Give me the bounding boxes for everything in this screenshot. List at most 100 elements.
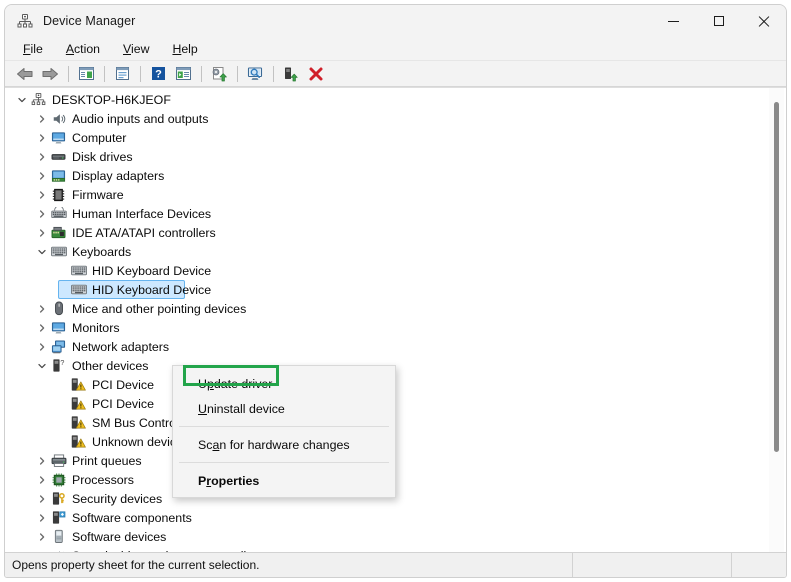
chevron-right-icon[interactable] [34, 456, 49, 466]
context-menu-item-uninstall-device[interactable]: Uninstall device [173, 396, 395, 421]
security-device-icon [49, 491, 68, 506]
chevron-right-icon[interactable] [34, 475, 49, 485]
uninstall-device-icon[interactable] [304, 63, 328, 85]
tree-item-label: Disk drives [72, 149, 133, 164]
close-icon [758, 16, 769, 27]
tree-item[interactable]: DESKTOP-H6KJEOF [5, 90, 764, 109]
tree-item-label: Print queues [72, 453, 142, 468]
close-button[interactable] [741, 5, 786, 37]
maximize-button[interactable] [696, 5, 741, 37]
ctx-update-driver-pre: U [198, 376, 207, 391]
show-hide-action-pane-icon[interactable] [171, 63, 195, 85]
ctx-scan-pre: Sc [198, 437, 213, 452]
ctx-properties-pre: P [198, 473, 207, 488]
tree-item[interactable]: Network adapters [5, 337, 764, 356]
chevron-right-icon[interactable] [34, 532, 49, 542]
chevron-right-icon[interactable] [34, 551, 49, 552]
tree-item[interactable]: HID Keyboard Device [5, 261, 764, 280]
context-menu-item-properties[interactable]: Pr operties [173, 468, 395, 493]
menu-help-label: elp [181, 41, 198, 56]
chevron-right-icon[interactable] [34, 304, 49, 314]
display-adapter-icon [49, 169, 68, 183]
chevron-down-icon[interactable] [14, 95, 29, 105]
chevron-right-icon[interactable] [34, 133, 49, 143]
tree-item-label: Keyboards [72, 244, 132, 259]
window-title: Device Manager [43, 14, 136, 28]
device-manager-window: Device Manager File Action View Help ? D… [4, 4, 787, 578]
tree-item-label: HID Keyboard Device [92, 282, 212, 297]
keyboard-icon [49, 246, 68, 257]
computer-root-icon [29, 92, 48, 107]
context-menu-separator [179, 462, 389, 463]
chevron-right-icon[interactable] [34, 494, 49, 504]
tree-item-label: Human Interface Devices [72, 206, 212, 221]
tree-item[interactable]: Software devices [5, 527, 764, 546]
tree-item-label: Software components [72, 510, 192, 525]
tree-item[interactable]: HID Keyboard Device [5, 280, 764, 299]
chevron-right-icon[interactable] [34, 171, 49, 181]
tree-item[interactable]: Monitors [5, 318, 764, 337]
chevron-right-icon[interactable] [34, 190, 49, 200]
chevron-right-icon[interactable] [34, 513, 49, 523]
tree-item[interactable]: Keyboards [5, 242, 764, 261]
context-menu-item-scan-hardware-changes[interactable]: Sc a n for hardware changes [173, 432, 395, 457]
menu-help[interactable]: Help [164, 40, 208, 58]
tree-item[interactable]: Audio inputs and outputs [5, 109, 764, 128]
menu-file-label: ile [30, 41, 43, 56]
menu-file-accel: F [23, 41, 31, 56]
tree-item[interactable]: Firmware [5, 185, 764, 204]
scrollbar-thumb[interactable] [774, 102, 779, 452]
chevron-down-icon[interactable] [34, 247, 49, 257]
ctx-update-driver-post: date driver [213, 376, 273, 391]
ctx-update-driver-accel: p [206, 376, 214, 391]
network-adapter-icon [49, 339, 68, 354]
tree-item[interactable]: Human Interface Devices [5, 204, 764, 223]
properties-icon[interactable] [110, 63, 134, 85]
keyboard-icon [69, 265, 88, 276]
unknown-device-warning-icon [69, 434, 88, 449]
forward-icon[interactable] [38, 63, 62, 85]
tree-item-label: HID Keyboard Device [92, 263, 212, 278]
tree-item-label: Mice and other pointing devices [72, 301, 247, 316]
chevron-right-icon[interactable] [34, 342, 49, 352]
chevron-right-icon[interactable] [34, 114, 49, 124]
chevron-down-icon[interactable] [34, 361, 49, 371]
toolbar-separator [68, 65, 69, 82]
tree-item[interactable]: Sound, video and game controllers [5, 546, 764, 552]
show-hide-console-tree-icon[interactable] [74, 63, 98, 85]
menu-view[interactable]: View [115, 40, 160, 58]
tree-item[interactable]: IDE ATA/ATAPI controllers [5, 223, 764, 242]
tree-item[interactable]: Software components [5, 508, 764, 527]
back-icon[interactable] [13, 63, 37, 85]
context-menu-item-update-driver[interactable]: Up date driver [173, 371, 395, 396]
chevron-right-icon[interactable] [34, 209, 49, 219]
ctx-properties-post: operties [211, 473, 260, 488]
tree-item[interactable]: Computer [5, 128, 764, 147]
chevron-right-icon[interactable] [34, 323, 49, 333]
window-controls [651, 5, 786, 37]
disable-device-icon[interactable] [279, 63, 303, 85]
tree-item[interactable]: Mice and other pointing devices [5, 299, 764, 318]
ctx-uninstall-accel: U [198, 401, 207, 416]
scan-hardware-changes-icon[interactable] [243, 63, 267, 85]
tree-item[interactable]: Disk drives [5, 147, 764, 166]
toolbar-separator [104, 65, 105, 82]
tree-item[interactable]: Display adapters [5, 166, 764, 185]
status-bar: Opens property sheet for the current sel… [5, 552, 786, 577]
update-driver-icon[interactable] [207, 63, 231, 85]
tree-item-label: IDE ATA/ATAPI controllers [72, 225, 216, 240]
software-component-icon [49, 510, 68, 525]
menu-file[interactable]: File [15, 40, 54, 58]
chevron-right-icon[interactable] [34, 228, 49, 238]
context-menu[interactable]: Up date driver Uninstall device Sc a n for … [172, 365, 396, 498]
software-device-icon [49, 529, 68, 544]
menu-help-accel: H [172, 41, 182, 56]
monitor-icon [49, 131, 68, 145]
help-icon[interactable]: ? [146, 63, 170, 85]
vertical-scrollbar[interactable] [769, 88, 784, 552]
menu-action[interactable]: Action [58, 40, 111, 58]
context-menu-separator [179, 426, 389, 427]
chevron-right-icon[interactable] [34, 152, 49, 162]
device-manager-screenshot: Device Manager File Action View Help ? D… [0, 0, 791, 582]
minimize-button[interactable] [651, 5, 696, 37]
